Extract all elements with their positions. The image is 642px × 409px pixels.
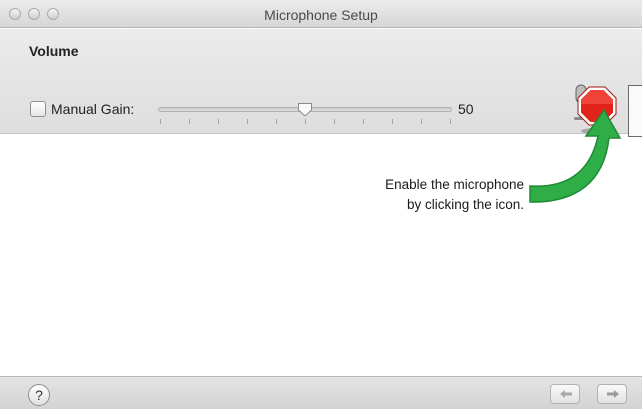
gain-value: 50	[458, 101, 474, 117]
slider-tick	[160, 119, 161, 124]
callout-line-2: by clicking the icon.	[406, 197, 524, 212]
manual-gain-checkbox[interactable]	[30, 101, 46, 117]
arrow-left-icon	[560, 390, 572, 398]
slider-tick	[421, 119, 422, 124]
slider-tick	[450, 119, 451, 124]
volume-section-label: Volume	[29, 43, 79, 59]
slider-tick	[363, 119, 364, 124]
arrow-right-icon	[607, 390, 619, 398]
slider-tick	[247, 119, 248, 124]
slider-tick	[276, 119, 277, 124]
manual-gain-label: Manual Gain:	[51, 101, 135, 117]
bottom-toolbar: ?	[0, 376, 642, 409]
title-bar: Microphone Setup	[0, 0, 642, 28]
gain-slider-thumb[interactable]	[297, 102, 313, 117]
slider-tick	[392, 119, 393, 124]
callout-text: Enable the microphone by clicking the ic…	[340, 175, 524, 215]
slider-tick	[305, 119, 306, 124]
green-curved-arrow-icon	[529, 108, 622, 203]
window-title: Microphone Setup	[264, 7, 378, 23]
slider-tick	[189, 119, 190, 124]
back-button[interactable]	[550, 384, 580, 404]
slider-tick	[334, 119, 335, 124]
callout-line-1: Enable the microphone	[385, 177, 524, 192]
slider-tick	[218, 119, 219, 124]
forward-button[interactable]	[597, 384, 627, 404]
help-button[interactable]: ?	[28, 384, 50, 406]
